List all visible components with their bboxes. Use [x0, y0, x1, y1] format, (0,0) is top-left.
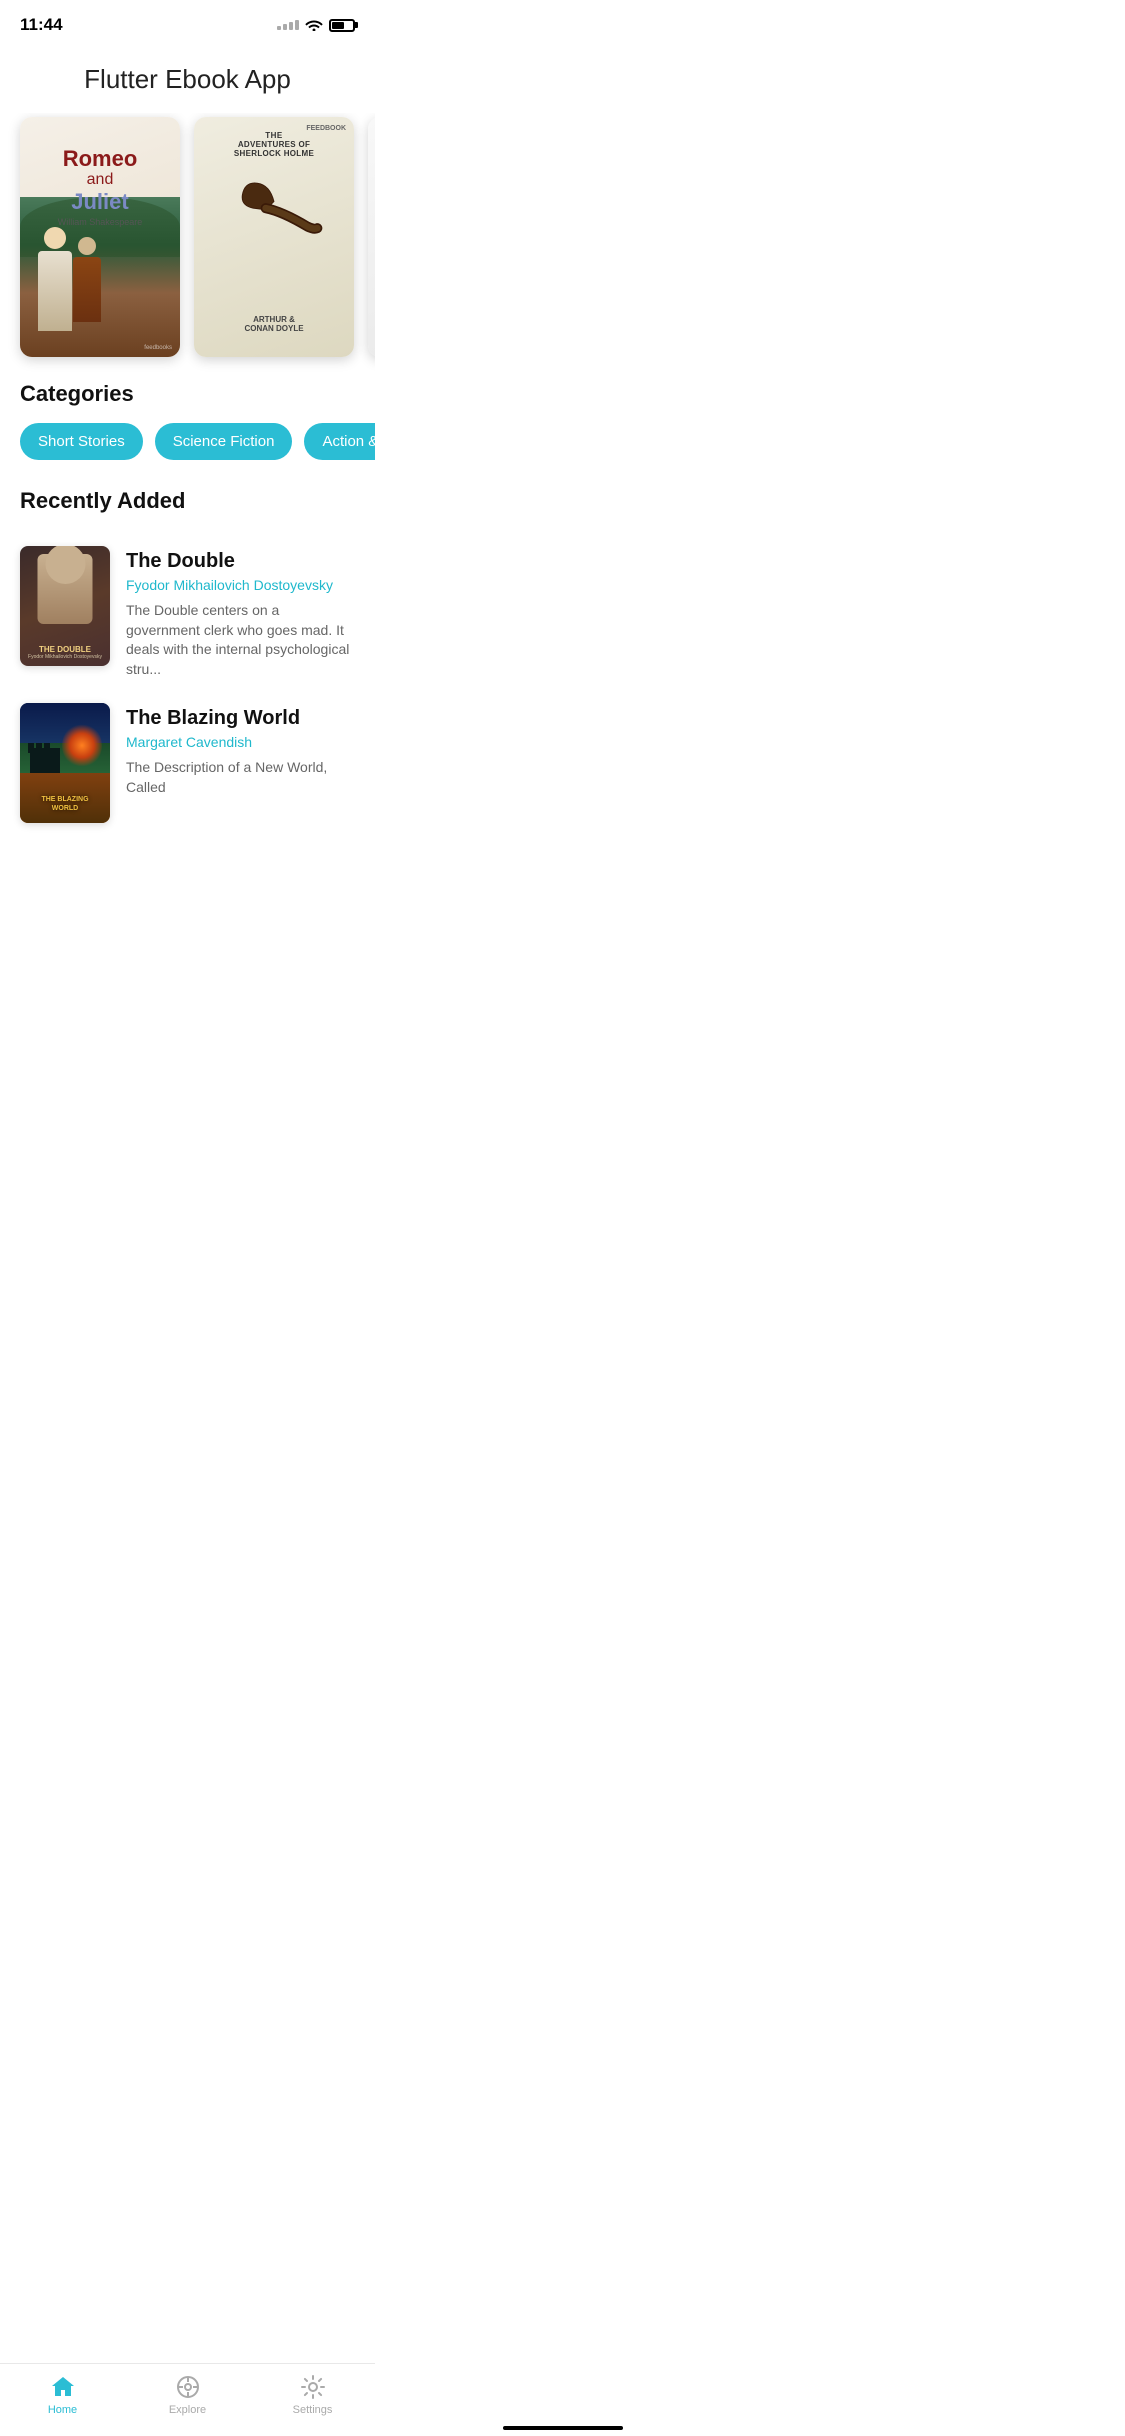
home-indicator [503, 2426, 623, 2430]
book-list-item-the-double[interactable]: THE DOUBLE Fyodor Mikhailovich Dostoyevs… [20, 534, 355, 691]
categories-title: Categories [0, 381, 375, 423]
status-bar: 11:44 [0, 0, 375, 44]
featured-books-carousel: Romeo and Juliet William Shakespeare [0, 113, 375, 381]
category-short-stories[interactable]: Short Stories [20, 423, 143, 460]
settings-label: Settings [293, 2404, 333, 2416]
settings-icon [300, 2374, 326, 2400]
signal-icon [277, 20, 299, 30]
nav-item-explore[interactable]: Explore [158, 2374, 218, 2416]
sherlock-pipe-icon [224, 174, 324, 254]
sherlock-title-line3: SHERLOCK HOLME [194, 149, 354, 158]
home-label: Home [48, 2404, 77, 2416]
feedbook-badge: FEEDBOOK [306, 125, 346, 132]
recently-added-title: Recently Added [0, 488, 375, 534]
sherlock-title-line1: THE [194, 131, 354, 140]
app-title: Flutter Ebook App [0, 44, 375, 113]
the-double-info: The Double Fyodor Mikhailovich Dostoyevs… [126, 546, 355, 679]
status-time: 11:44 [20, 15, 63, 35]
featured-book-romeo-juliet[interactable]: Romeo and Juliet William Shakespeare [20, 117, 180, 357]
bottom-navigation: Home Explore Settings [0, 2363, 375, 2436]
the-double-title: The Double [126, 550, 355, 573]
romeo-author: William Shakespeare [58, 217, 143, 227]
book-list-item-the-blazing-world[interactable]: THE BLAZINGWORLD The Blazing World Marga… [20, 691, 355, 835]
the-double-author: Fyodor Mikhailovich Dostoyevsky [126, 577, 355, 593]
the-blazing-world-info: The Blazing World Margaret Cavendish The… [126, 703, 355, 797]
wifi-icon [305, 17, 323, 34]
sherlock-author-part2: CONAN DOYLE [194, 324, 354, 333]
nav-item-home[interactable]: Home [33, 2374, 93, 2416]
romeo-title: Romeo [58, 147, 143, 171]
blazing-thumb-title: THE BLAZINGWORLD [20, 795, 110, 813]
romeo-juliet: Juliet [58, 189, 143, 215]
the-blazing-world-description: The Description of a New World, Called [126, 758, 355, 797]
featured-book-sherlock[interactable]: FEEDBOOK THE ADVENTURES OF SHERLOCK HOLM… [194, 117, 354, 357]
category-science-fiction[interactable]: Science Fiction [155, 423, 293, 460]
the-double-cover: THE DOUBLE Fyodor Mikhailovich Dostoyevs… [20, 546, 110, 666]
double-thumb-title: THE DOUBLE [26, 645, 104, 654]
the-blazing-world-title: The Blazing World [126, 707, 355, 730]
the-double-description: The Double centers on a government clerk… [126, 601, 355, 679]
category-action-adventure[interactable]: Action & Adventure [304, 423, 375, 460]
nav-item-settings[interactable]: Settings [283, 2374, 343, 2416]
battery-icon [329, 19, 355, 32]
recently-added-list: THE DOUBLE Fyodor Mikhailovich Dostoyevs… [0, 534, 375, 835]
sherlock-author-part1: ARTHUR & [194, 315, 354, 324]
sherlock-title-line2: ADVENTURES OF [194, 140, 354, 149]
romeo-badge: feedbooks [144, 345, 172, 351]
double-thumb-author: Fyodor Mikhailovich Dostoyevsky [26, 654, 104, 660]
romeo-and: and [58, 171, 143, 189]
home-icon [50, 2374, 76, 2400]
explore-label: Explore [169, 2404, 206, 2416]
explore-icon [175, 2374, 201, 2400]
the-blazing-world-author: Margaret Cavendish [126, 734, 355, 750]
status-icons [277, 17, 355, 34]
the-blazing-world-cover: THE BLAZINGWORLD [20, 703, 110, 823]
categories-row: Short Stories Science Fiction Action & A… [0, 423, 375, 488]
featured-book-alice[interactable]: AliceAdventuresWonderlan * LewCarro [368, 117, 375, 357]
